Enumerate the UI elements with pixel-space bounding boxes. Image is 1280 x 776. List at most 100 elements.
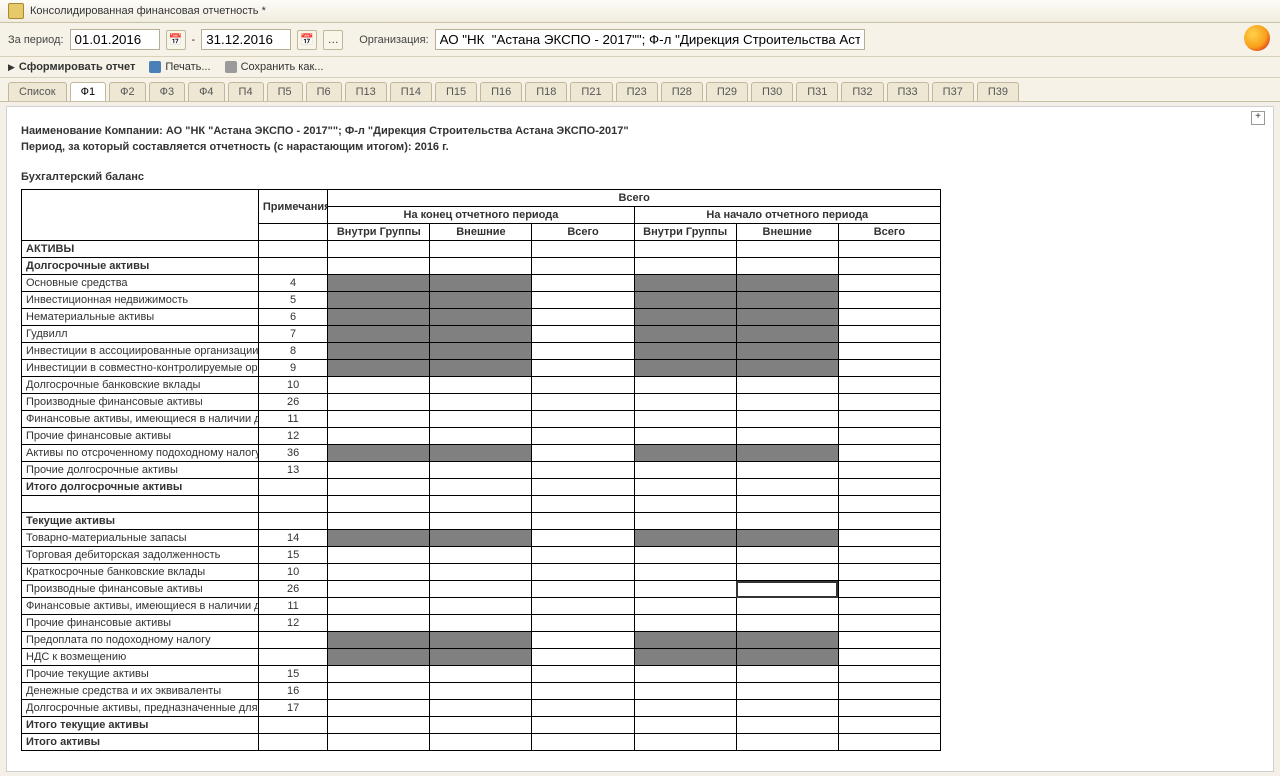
value-cell[interactable] xyxy=(328,394,430,411)
value-cell[interactable] xyxy=(430,445,532,462)
value-cell[interactable] xyxy=(532,428,634,445)
row-name-cell[interactable]: Текущие активы xyxy=(22,513,259,530)
value-cell[interactable] xyxy=(838,309,940,326)
row-name-cell[interactable]: Торговая дебиторская задолженность xyxy=(22,547,259,564)
row-name-cell[interactable]: Производные финансовые активы xyxy=(22,394,259,411)
date-from-picker-icon[interactable]: 📅 xyxy=(166,30,186,50)
value-cell[interactable] xyxy=(328,309,430,326)
value-cell[interactable] xyxy=(328,734,430,751)
value-cell[interactable] xyxy=(328,496,430,513)
value-cell[interactable] xyxy=(736,343,838,360)
row-name-cell[interactable]: Производные финансовые активы xyxy=(22,581,259,598)
value-cell[interactable] xyxy=(430,632,532,649)
row-name-cell[interactable]: Итого текущие активы xyxy=(22,717,259,734)
value-cell[interactable] xyxy=(634,258,736,275)
value-cell[interactable] xyxy=(430,581,532,598)
value-cell[interactable] xyxy=(634,598,736,615)
value-cell[interactable] xyxy=(838,343,940,360)
value-cell[interactable] xyxy=(328,717,430,734)
value-cell[interactable] xyxy=(430,700,532,717)
value-cell[interactable] xyxy=(532,343,634,360)
value-cell[interactable] xyxy=(736,598,838,615)
value-cell[interactable] xyxy=(838,258,940,275)
value-cell[interactable] xyxy=(430,598,532,615)
value-cell[interactable] xyxy=(838,564,940,581)
row-name-cell[interactable]: Итого активы xyxy=(22,734,259,751)
value-cell[interactable] xyxy=(430,275,532,292)
value-cell[interactable] xyxy=(328,632,430,649)
value-cell[interactable] xyxy=(430,377,532,394)
value-cell[interactable] xyxy=(532,598,634,615)
value-cell[interactable] xyxy=(838,428,940,445)
save-as-button[interactable]: Сохранить как... xyxy=(225,61,324,73)
value-cell[interactable] xyxy=(838,241,940,258)
value-cell[interactable] xyxy=(532,547,634,564)
row-note-cell[interactable]: 10 xyxy=(258,377,327,394)
row-note-cell[interactable]: 7 xyxy=(258,326,327,343)
value-cell[interactable] xyxy=(838,666,940,683)
row-note-cell[interactable]: 9 xyxy=(258,360,327,377)
value-cell[interactable] xyxy=(736,309,838,326)
value-cell[interactable] xyxy=(736,615,838,632)
tab-П39[interactable]: П39 xyxy=(977,82,1019,101)
value-cell[interactable] xyxy=(634,309,736,326)
value-cell[interactable] xyxy=(430,547,532,564)
row-note-cell[interactable]: 26 xyxy=(258,581,327,598)
value-cell[interactable] xyxy=(736,275,838,292)
value-cell[interactable] xyxy=(430,513,532,530)
value-cell[interactable] xyxy=(838,598,940,615)
value-cell[interactable] xyxy=(532,615,634,632)
row-name-cell[interactable]: Гудвилл xyxy=(22,326,259,343)
row-name-cell[interactable]: Долгосрочные активы xyxy=(22,258,259,275)
tab-П13[interactable]: П13 xyxy=(345,82,387,101)
value-cell[interactable] xyxy=(634,394,736,411)
value-cell[interactable] xyxy=(736,445,838,462)
value-cell[interactable] xyxy=(736,258,838,275)
tab-П37[interactable]: П37 xyxy=(932,82,974,101)
value-cell[interactable] xyxy=(736,717,838,734)
value-cell[interactable] xyxy=(736,360,838,377)
row-name-cell[interactable]: Краткосрочные банковские вклады xyxy=(22,564,259,581)
row-name-cell[interactable]: Товарно-материальные запасы xyxy=(22,530,259,547)
value-cell[interactable] xyxy=(328,513,430,530)
value-cell[interactable] xyxy=(838,496,940,513)
value-cell[interactable] xyxy=(838,326,940,343)
row-name-cell[interactable]: НДС к возмещению xyxy=(22,649,259,666)
value-cell[interactable] xyxy=(532,734,634,751)
value-cell[interactable] xyxy=(430,411,532,428)
row-name-cell[interactable] xyxy=(22,496,259,513)
row-note-cell[interactable] xyxy=(258,649,327,666)
value-cell[interactable] xyxy=(328,428,430,445)
tab-Ф1[interactable]: Ф1 xyxy=(70,82,106,101)
value-cell[interactable] xyxy=(328,547,430,564)
value-cell[interactable] xyxy=(838,394,940,411)
value-cell[interactable] xyxy=(532,496,634,513)
tab-П29[interactable]: П29 xyxy=(706,82,748,101)
value-cell[interactable] xyxy=(430,326,532,343)
value-cell[interactable] xyxy=(532,632,634,649)
tab-П21[interactable]: П21 xyxy=(570,82,612,101)
value-cell[interactable] xyxy=(838,445,940,462)
value-cell[interactable] xyxy=(328,666,430,683)
tab-П31[interactable]: П31 xyxy=(796,82,838,101)
row-note-cell[interactable]: 15 xyxy=(258,547,327,564)
value-cell[interactable] xyxy=(634,734,736,751)
row-note-cell[interactable]: 4 xyxy=(258,275,327,292)
row-name-cell[interactable]: Основные средства xyxy=(22,275,259,292)
value-cell[interactable] xyxy=(430,666,532,683)
tab-П30[interactable]: П30 xyxy=(751,82,793,101)
value-cell[interactable] xyxy=(430,394,532,411)
value-cell[interactable] xyxy=(532,326,634,343)
row-note-cell[interactable]: 12 xyxy=(258,615,327,632)
value-cell[interactable] xyxy=(838,479,940,496)
value-cell[interactable] xyxy=(736,292,838,309)
value-cell[interactable] xyxy=(430,428,532,445)
value-cell[interactable] xyxy=(532,513,634,530)
value-cell[interactable] xyxy=(736,547,838,564)
value-cell[interactable] xyxy=(838,683,940,700)
value-cell[interactable] xyxy=(838,717,940,734)
value-cell[interactable] xyxy=(634,666,736,683)
row-note-cell[interactable]: 5 xyxy=(258,292,327,309)
value-cell[interactable] xyxy=(634,547,736,564)
value-cell[interactable] xyxy=(430,649,532,666)
